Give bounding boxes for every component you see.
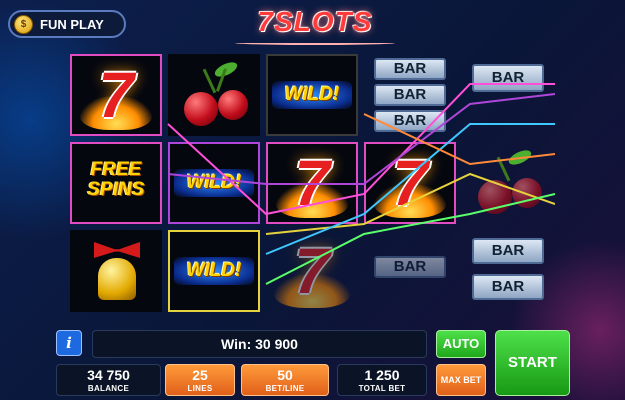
seven-symbol: 7 bbox=[98, 59, 134, 131]
reel-cell-seven-dim: 7 bbox=[266, 230, 358, 312]
free-spins-symbol: FREE SPINS bbox=[72, 160, 160, 200]
info-button[interactable]: i bbox=[56, 330, 82, 356]
bet-line-label: BET/LINE bbox=[265, 384, 305, 393]
bar-symbol: BAR bbox=[374, 58, 446, 80]
win-display: Win: 30 900 bbox=[92, 330, 427, 358]
bell-icon bbox=[98, 258, 136, 300]
reel-cell-seven: 7 bbox=[364, 142, 456, 224]
wild-symbol: WILD! bbox=[174, 257, 254, 285]
bar-symbol: BAR bbox=[374, 110, 446, 132]
reel-cell-bar-stack: BAR BAR bbox=[462, 230, 554, 312]
seven-symbol: 7 bbox=[294, 147, 330, 219]
leaf-icon bbox=[506, 147, 534, 168]
balance-display: 34 750 BALANCE bbox=[56, 364, 161, 396]
cherry-icon bbox=[184, 92, 218, 126]
bar-symbol: BAR bbox=[472, 238, 544, 264]
reel-cell-bell bbox=[70, 230, 162, 312]
reel-cell-free-spins: FREE SPINS bbox=[70, 142, 162, 224]
reel-cell-cherry bbox=[462, 142, 554, 224]
reel-cell-wild: WILD! bbox=[168, 230, 260, 312]
auto-button[interactable]: AUTO bbox=[436, 330, 486, 358]
game-logo: 7SLOTS bbox=[235, 6, 395, 45]
reel-cell-wild: WILD! bbox=[168, 142, 260, 224]
reel-cell-seven: 7 bbox=[266, 142, 358, 224]
total-bet-value: 1 250 bbox=[364, 367, 400, 383]
logo-swoosh bbox=[235, 41, 395, 45]
lines-button[interactable]: 25 LINES bbox=[165, 364, 235, 396]
bar-symbol: BAR bbox=[374, 256, 446, 278]
balance-label: BALANCE bbox=[87, 384, 130, 393]
fun-play-label: FUN PLAY bbox=[40, 16, 104, 32]
free-spins-line2: SPINS bbox=[87, 179, 145, 200]
bet-line-value: 50 bbox=[277, 367, 293, 383]
reel-cell-bar: BAR bbox=[462, 54, 554, 136]
seven-symbol: 7 bbox=[294, 235, 330, 307]
max-bet-button[interactable]: MAX BET bbox=[436, 364, 486, 396]
fun-play-button[interactable]: $ FUN PLAY bbox=[8, 10, 126, 38]
bar-symbol: BAR bbox=[472, 274, 544, 300]
start-button[interactable]: START bbox=[495, 330, 570, 396]
logo-text: 7SLOTS bbox=[257, 6, 373, 37]
lines-value: 25 bbox=[192, 367, 208, 383]
wild-symbol: WILD! bbox=[174, 169, 254, 197]
reel-cell-wild: WILD! bbox=[266, 54, 358, 136]
total-bet-label: TOTAL BET bbox=[358, 384, 406, 393]
bow-icon bbox=[94, 242, 140, 258]
balance-value: 34 750 bbox=[87, 367, 130, 383]
bar-symbol: BAR bbox=[472, 64, 544, 92]
wild-symbol: WILD! bbox=[272, 81, 352, 109]
seven-symbol: 7 bbox=[392, 147, 428, 219]
cherry-icon bbox=[478, 180, 512, 214]
bar-symbol: BAR bbox=[374, 84, 446, 106]
lines-label: LINES bbox=[187, 384, 213, 393]
bet-line-button[interactable]: 50 BET/LINE bbox=[241, 364, 329, 396]
cherry-icon bbox=[512, 178, 542, 208]
coin-icon: $ bbox=[14, 15, 33, 34]
cherry-icon bbox=[218, 90, 248, 120]
reel-cell-seven: 7 bbox=[70, 54, 162, 136]
free-spins-line1: FREE bbox=[90, 159, 142, 180]
total-bet-display: 1 250 TOTAL BET bbox=[337, 364, 427, 396]
reel-cell-cherry bbox=[168, 54, 260, 136]
reels-area: 7 WILD! BAR BAR BAR BAR FREE SPINS WILD!… bbox=[70, 54, 555, 314]
top-bar: $ FUN PLAY 7SLOTS bbox=[0, 0, 625, 50]
reel-cell-bar-dim: BAR bbox=[364, 230, 456, 312]
reel-cell-bar-stack: BAR BAR BAR bbox=[364, 54, 456, 136]
